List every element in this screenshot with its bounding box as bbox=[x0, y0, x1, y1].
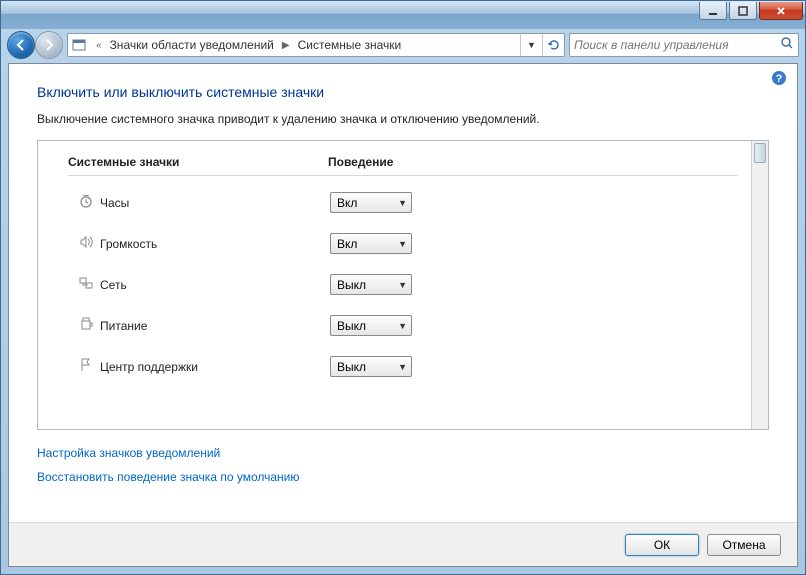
volume-icon bbox=[78, 234, 100, 253]
window-frame: « Значки области уведомлений ▶ Системные… bbox=[0, 0, 806, 575]
icon-label: Сеть bbox=[100, 278, 330, 292]
select-value: Выкл bbox=[337, 278, 366, 292]
svg-text:?: ? bbox=[776, 73, 783, 85]
divider bbox=[68, 175, 738, 176]
flag-icon bbox=[78, 357, 100, 376]
behavior-select[interactable]: Вкл ▼ bbox=[330, 192, 412, 213]
icons-listbox: Системные значки Поведение ЧасыВкл▼Громк… bbox=[37, 140, 769, 430]
content-pane: ? Включить или выключить системные значк… bbox=[8, 63, 798, 567]
chevron-down-icon: ▼ bbox=[398, 362, 407, 372]
search-box[interactable] bbox=[569, 33, 799, 57]
column-header-icons: Системные значки bbox=[68, 155, 328, 169]
page-description: Выключение системного значка приводит к … bbox=[37, 112, 769, 126]
restore-defaults-link[interactable]: Восстановить поведение значка по умолчан… bbox=[37, 470, 769, 484]
chevron-right-icon: ▶ bbox=[278, 40, 294, 51]
minimize-button[interactable] bbox=[699, 2, 727, 20]
ok-button[interactable]: ОК bbox=[625, 534, 699, 556]
scrollbar-thumb[interactable] bbox=[754, 143, 766, 163]
cancel-button[interactable]: Отмена bbox=[707, 534, 781, 556]
chevron-down-icon: ▼ bbox=[398, 321, 407, 331]
behavior-select[interactable]: Выкл ▼ bbox=[330, 315, 412, 336]
behavior-select[interactable]: Выкл ▼ bbox=[330, 274, 412, 295]
select-value: Вкл bbox=[337, 196, 357, 210]
help-icon[interactable]: ? bbox=[771, 70, 787, 86]
icon-row: Громкость Вкл ▼ bbox=[38, 223, 768, 264]
address-dropdown-button[interactable]: ▼ bbox=[520, 34, 542, 56]
forward-button[interactable] bbox=[35, 31, 63, 59]
select-value: Выкл bbox=[337, 319, 366, 333]
scrollbar[interactable] bbox=[751, 141, 768, 429]
refresh-button[interactable] bbox=[542, 34, 564, 56]
icon-label: Громкость bbox=[100, 237, 330, 251]
icon-row: Часы Вкл ▼ bbox=[38, 182, 768, 223]
behavior-select[interactable]: Вкл ▼ bbox=[330, 233, 412, 254]
navigation-bar: « Значки области уведомлений ▶ Системные… bbox=[7, 29, 799, 61]
maximize-button[interactable] bbox=[729, 2, 757, 20]
network-icon bbox=[78, 275, 100, 294]
address-bar[interactable]: « Значки области уведомлений ▶ Системные… bbox=[67, 33, 565, 57]
chevron-down-icon: ▼ bbox=[398, 280, 407, 290]
close-button[interactable] bbox=[759, 2, 803, 20]
select-value: Вкл bbox=[337, 237, 357, 251]
icon-label: Центр поддержки bbox=[100, 360, 330, 374]
icon-row: Центр поддержки Выкл ▼ bbox=[38, 346, 768, 387]
customize-icons-link[interactable]: Настройка значков уведомлений bbox=[37, 446, 769, 460]
select-value: Выкл bbox=[337, 360, 366, 374]
search-icon[interactable] bbox=[780, 36, 794, 55]
behavior-select[interactable]: Выкл ▼ bbox=[330, 356, 412, 377]
titlebar bbox=[1, 1, 805, 29]
column-header-behavior: Поведение bbox=[328, 155, 393, 169]
icon-row: Питание Выкл ▼ bbox=[38, 305, 768, 346]
page-title: Включить или выключить системные значки bbox=[37, 84, 769, 100]
icon-row: Сеть Выкл ▼ bbox=[38, 264, 768, 305]
breadcrumb-label: Значки области уведомлений bbox=[110, 38, 274, 52]
back-button[interactable] bbox=[7, 31, 35, 59]
clock-icon bbox=[78, 193, 100, 212]
power-icon bbox=[78, 316, 100, 335]
breadcrumb-label: Системные значки bbox=[298, 38, 402, 52]
icon-label: Часы bbox=[100, 196, 330, 210]
chevron-down-icon: ▼ bbox=[398, 198, 407, 208]
breadcrumb-item-1[interactable]: Значки области уведомлений bbox=[106, 34, 278, 56]
breadcrumb-prefix: « bbox=[92, 40, 106, 51]
dialog-footer: ОК Отмена bbox=[9, 522, 797, 566]
search-input[interactable] bbox=[574, 38, 780, 52]
chevron-down-icon: ▼ bbox=[398, 239, 407, 249]
breadcrumb-icon[interactable] bbox=[68, 34, 92, 56]
icon-label: Питание bbox=[100, 319, 330, 333]
breadcrumb-item-2[interactable]: Системные значки bbox=[294, 34, 406, 56]
